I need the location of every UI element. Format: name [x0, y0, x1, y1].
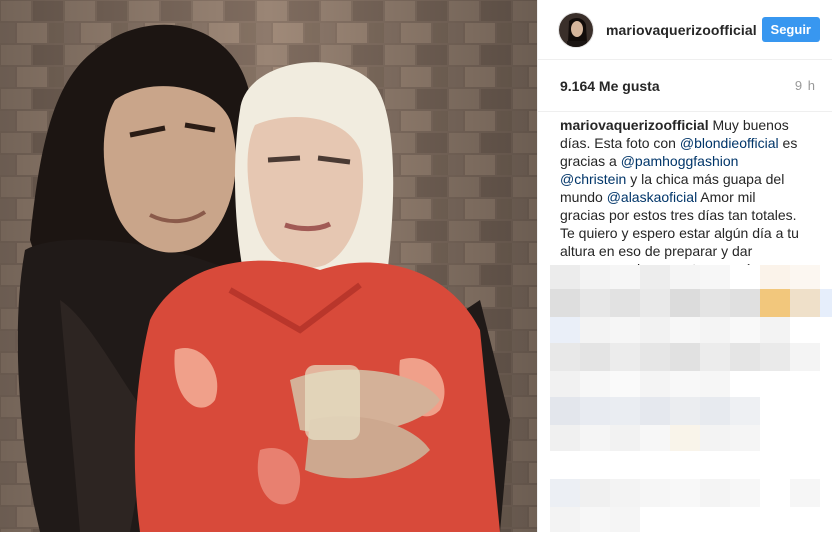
likes-count[interactable]: 9.164 Me gusta: [560, 78, 660, 94]
mention-pamhoggfashion[interactable]: @pamhoggfashion: [621, 153, 739, 169]
instagram-post: mariovaquerizoofficial Seguir 9.164 Me g…: [0, 0, 832, 532]
mention-alaskaoficial[interactable]: @alaskaoficial: [607, 189, 697, 205]
caption-username[interactable]: mariovaquerizoofficial: [560, 117, 709, 133]
post-photo[interactable]: [0, 0, 537, 532]
mention-christein[interactable]: @christein: [560, 171, 626, 187]
post-time[interactable]: 9 h: [795, 78, 816, 93]
post-stats: 9.164 Me gusta 9 h: [538, 60, 832, 112]
post-header: mariovaquerizoofficial Seguir: [538, 0, 832, 60]
username[interactable]: mariovaquerizoofficial: [606, 22, 762, 38]
blurred-comments: [550, 265, 832, 532]
avatar[interactable]: [558, 11, 594, 48]
post-photo-image: [0, 0, 537, 532]
post-sidebar: mariovaquerizoofficial Seguir 9.164 Me g…: [537, 0, 832, 532]
post-caption: mariovaquerizoofficial Muy buenos días. …: [538, 112, 818, 278]
avatar-image: [559, 12, 593, 47]
pixelated-comments-image: [550, 265, 832, 532]
mention-blondieofficial[interactable]: @blondieofficial: [680, 135, 779, 151]
follow-button[interactable]: Seguir: [761, 17, 820, 42]
